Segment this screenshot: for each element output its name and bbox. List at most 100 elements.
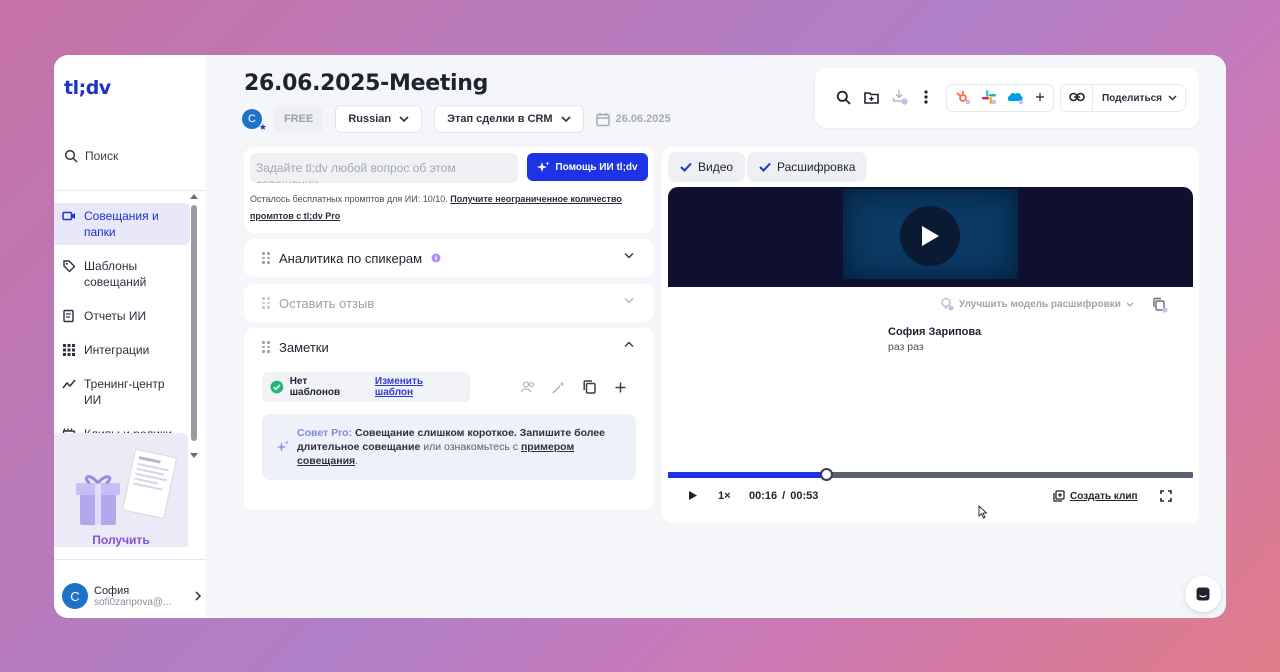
fullscreen-button[interactable] [1160, 490, 1172, 502]
move-to-folder-button[interactable] [858, 84, 884, 110]
play-overlay-button[interactable] [900, 206, 960, 266]
change-template-link[interactable]: Изменить шаблон [375, 376, 462, 398]
time-display: 00:16/00:53 [749, 490, 819, 502]
salesforce-button[interactable] [1002, 84, 1028, 110]
calendar-icon [595, 112, 610, 126]
ask-ai-input[interactable]: Задайте tl;dv любой вопрос об этом совещ… [250, 153, 518, 183]
link-icon [1069, 92, 1085, 102]
video-player[interactable] [668, 187, 1193, 287]
sidebar-scrollbar[interactable] [190, 193, 198, 545]
more-vertical-icon [924, 90, 928, 104]
section-title: Оставить отзыв [279, 295, 375, 311]
create-clip-button[interactable]: Создать клип [1053, 490, 1138, 502]
sidebar-item-label: Интеграции [84, 343, 150, 357]
section-header: Аналитика по спикерам [262, 239, 441, 277]
logo[interactable]: tl;dv [64, 77, 111, 99]
language-select[interactable]: Russian [335, 105, 423, 133]
ask-ai-button[interactable]: Помощь ИИ tl;dv [527, 153, 648, 181]
sidebar-item-label: Тренинг-центр ИИ [84, 377, 165, 407]
page-title[interactable]: 26.06.2025-Meeting [244, 71, 488, 96]
sidebar-item-integrations[interactable]: Интеграции [54, 337, 190, 363]
feedback-section[interactable]: Оставить отзыв [244, 284, 654, 322]
crm-stage-select[interactable]: Этап сделки в CRM [434, 105, 584, 133]
copy-transcript-button[interactable] [1152, 297, 1168, 318]
download-button[interactable] [887, 84, 913, 110]
sidebar-search[interactable]: Поиск [64, 149, 118, 163]
meeting-date[interactable]: 26.06.2025 [595, 112, 671, 127]
promo-card[interactable]: Получить [54, 433, 188, 547]
search-icon [64, 149, 78, 163]
chevron-down-icon[interactable] [624, 297, 634, 304]
report-icon [63, 309, 74, 323]
copy-link-button[interactable] [1064, 84, 1090, 110]
sidebar-item-label: Совещания и папки [84, 209, 159, 239]
divider [54, 190, 206, 191]
hubspot-button[interactable] [950, 84, 976, 110]
drag-handle-icon[interactable] [262, 341, 270, 353]
avatar: C [62, 583, 88, 609]
play-icon [689, 491, 697, 500]
meeting-date-value: 26.06.2025 [615, 113, 671, 125]
transcript-text[interactable]: раз раз [888, 341, 924, 353]
total-time: 00:53 [790, 490, 819, 502]
grid-icon [63, 344, 75, 356]
tag-icon [63, 260, 76, 273]
user-email: sofi0zaripova@... [94, 596, 172, 608]
sidebar-item-training[interactable]: Тренинг-центр ИИ [54, 371, 190, 413]
drag-handle-icon[interactable] [262, 297, 270, 309]
sidebar-item-label: Отчеты ИИ [84, 309, 147, 323]
tab-transcript[interactable]: Расшифровка [747, 152, 868, 182]
improve-transcript-button[interactable]: Улучшить модель расшифровки [940, 297, 1134, 311]
chevron-down-icon[interactable] [624, 252, 634, 259]
play-button[interactable] [688, 490, 698, 501]
prompts-remaining-text: Осталось бесплатных промптов для ИИ: 10/… [250, 194, 448, 204]
sidebar-nav: Совещания и папки Шаблоны совещаний Отче… [54, 203, 190, 455]
pro-tip-mid: или ознакомьтесь с [423, 441, 519, 453]
speaker-analytics-section[interactable]: Аналитика по спикерам [244, 239, 654, 277]
more-options-button[interactable] [913, 84, 939, 110]
section-header[interactable]: Заметки [262, 328, 329, 366]
toolbar: Поделиться [815, 68, 1199, 128]
add-integration-button[interactable] [1027, 84, 1053, 110]
create-clip-label: Создать клип [1070, 490, 1138, 502]
plus-icon [615, 382, 625, 392]
chat-launcher-button[interactable] [1185, 576, 1221, 612]
check-icon [680, 162, 692, 172]
magic-wand-icon [551, 380, 565, 394]
transcript-speaker[interactable]: София Зарипова [888, 326, 981, 338]
drag-handle-icon[interactable] [262, 252, 270, 264]
add-note-button[interactable] [611, 378, 629, 396]
chart-icon [62, 379, 76, 389]
section-title: Заметки [279, 339, 329, 355]
clip-icon [1053, 490, 1065, 502]
sidebar-item-meetings[interactable]: Совещания и папки [54, 203, 190, 245]
progress-bar[interactable] [668, 468, 1193, 481]
sidebar-item-reports[interactable]: Отчеты ИИ [54, 303, 190, 329]
pro-badge-icon [431, 253, 441, 263]
mouse-cursor-icon [978, 504, 988, 524]
share-button[interactable]: Поделиться [1093, 84, 1186, 112]
tab-video[interactable]: Видео [668, 152, 746, 182]
pro-tip-end: . [355, 455, 359, 467]
template-status: Нет шаблонов [289, 376, 341, 398]
slack-icon [982, 90, 996, 104]
user-menu[interactable]: C София sofi0zaripova@... [62, 583, 202, 609]
bulb-icon [941, 297, 954, 311]
tab-label: Расшифровка [777, 160, 856, 174]
salesforce-icon [1007, 92, 1023, 104]
hubspot-icon [956, 91, 970, 104]
speed-button[interactable]: 1× [718, 490, 731, 502]
plan-badge: FREE [274, 105, 324, 133]
notes-section: Заметки Нет шаблонов Изменить шаблон Сов… [244, 328, 654, 510]
progress-knob[interactable] [819, 468, 833, 481]
chevron-up-icon[interactable] [624, 341, 634, 348]
copy-notes-button[interactable] [580, 378, 598, 396]
ai-generate-button[interactable] [549, 378, 567, 396]
promo-get-button[interactable]: Получить [54, 533, 188, 547]
sidebar-item-templates[interactable]: Шаблоны совещаний [54, 253, 190, 295]
assign-speakers-button[interactable] [519, 378, 537, 396]
language-value: Russian [348, 113, 392, 125]
search-button[interactable] [830, 84, 856, 110]
play-icon [922, 226, 939, 246]
slack-button[interactable] [976, 84, 1002, 110]
